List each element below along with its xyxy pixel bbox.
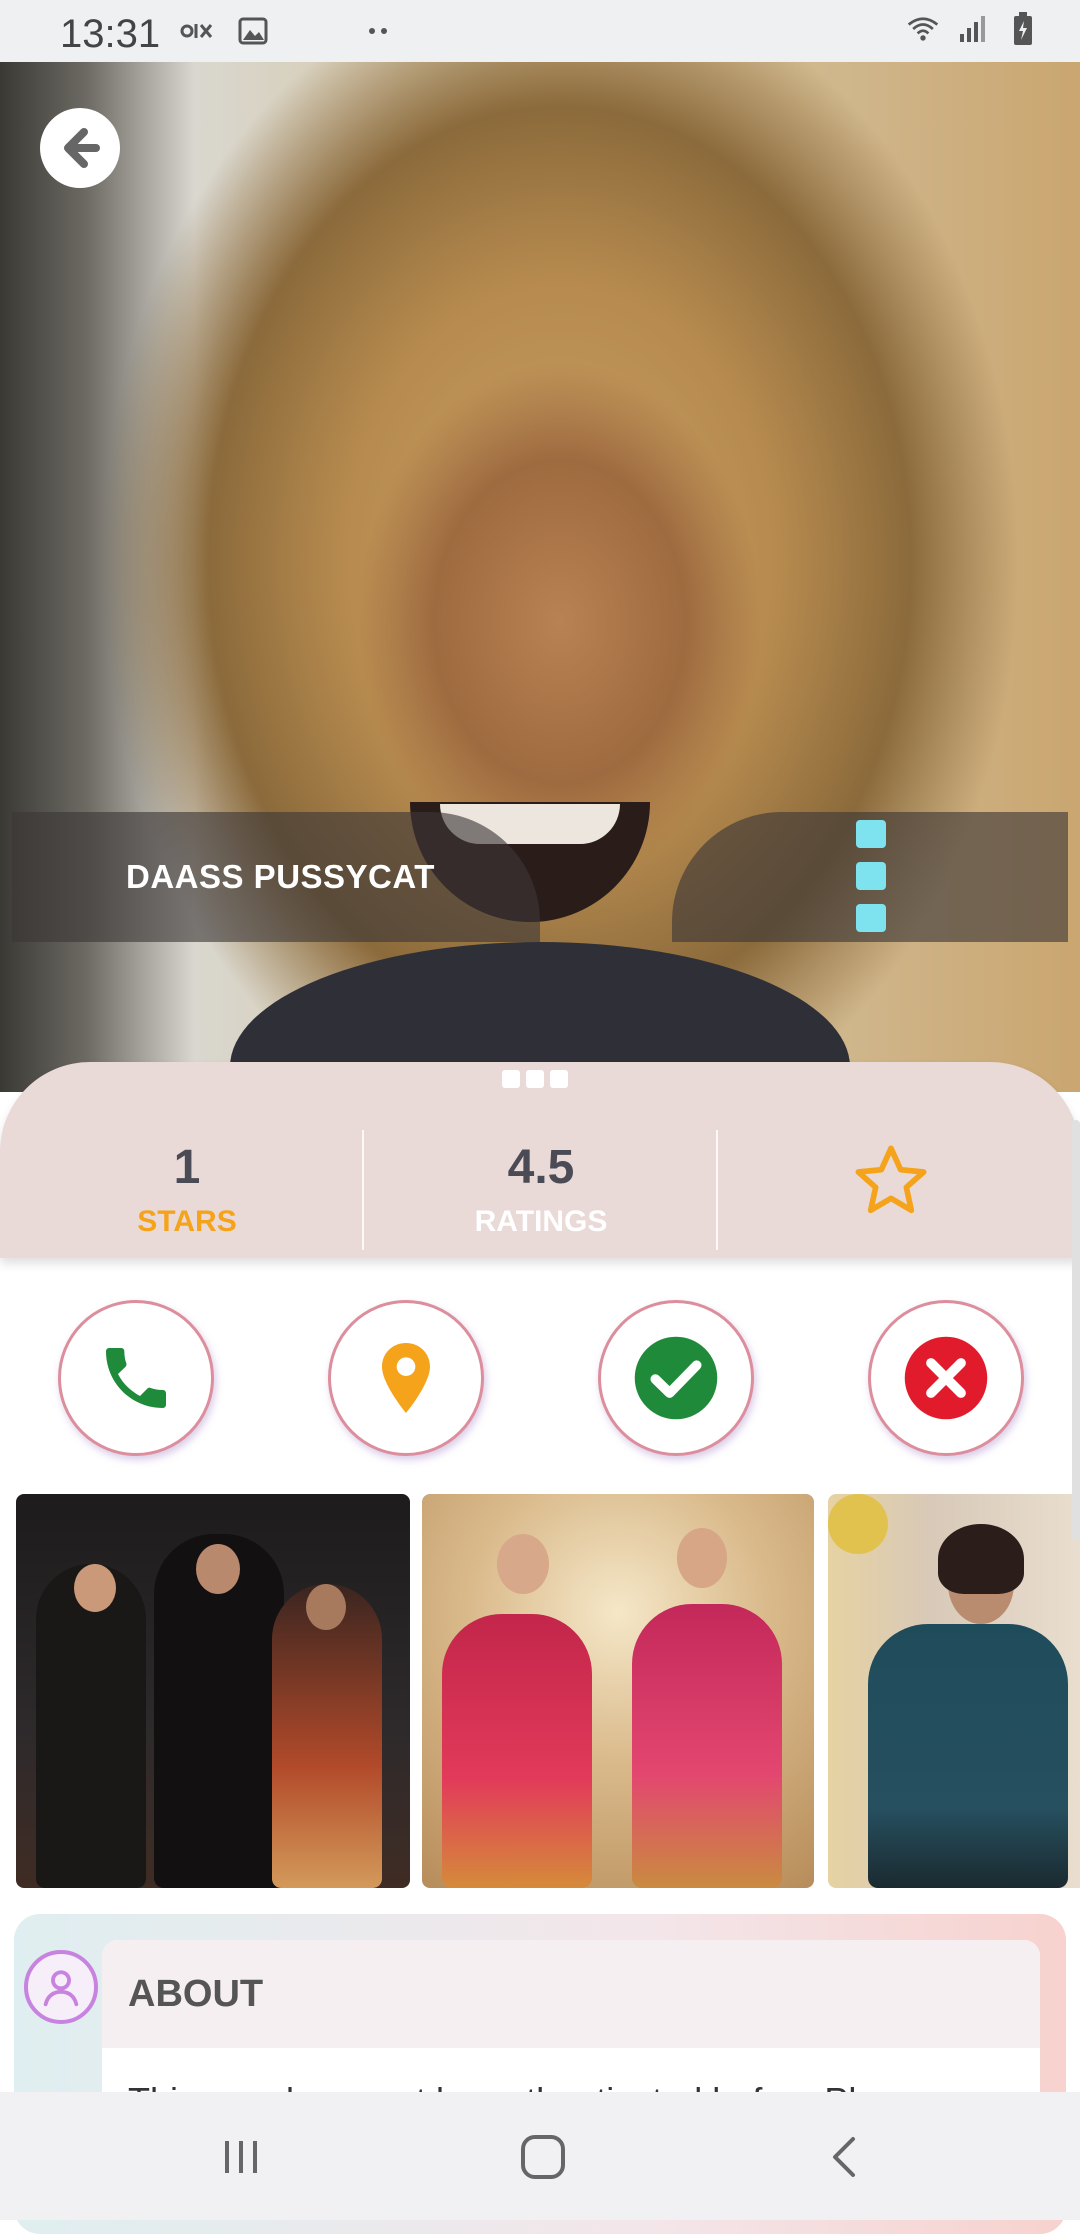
stat-ratings-value: 4.5 (507, 1141, 575, 1194)
avatar[interactable] (24, 1950, 98, 2024)
star-icon (855, 1145, 927, 1214)
location-pin-icon (382, 1343, 430, 1413)
stat-stars: 1 STARS (62, 1140, 312, 1239)
page-dot (550, 1070, 568, 1088)
page-indicator (502, 1070, 568, 1088)
back-icon (833, 2137, 855, 2177)
photo-gallery[interactable] (16, 1494, 1080, 1888)
signal-icon (956, 12, 990, 46)
profile-name: DAASS PUSSYCAT (126, 858, 435, 895)
gallery-photo[interactable] (16, 1494, 410, 1888)
more-dot (856, 820, 886, 848)
stat-divider (362, 1130, 364, 1250)
check-icon (634, 1336, 718, 1420)
stat-stars-label: STARS (137, 1205, 237, 1238)
stat-ratings: 4.5 RATINGS (416, 1140, 666, 1239)
call-button[interactable] (58, 1300, 214, 1456)
back-button[interactable] (40, 108, 120, 188)
phone-icon (106, 1348, 166, 1408)
more-dot (856, 904, 886, 932)
olx-icon (180, 14, 214, 48)
status-icons-right (906, 12, 1040, 46)
image-icon (236, 14, 270, 48)
status-bar: 13:31 (0, 0, 1080, 62)
status-icons-left (180, 14, 396, 48)
wifi-icon (906, 12, 940, 46)
dots-icon (362, 14, 396, 48)
battery-icon (1006, 12, 1040, 46)
location-button[interactable] (328, 1300, 484, 1456)
page-dot (526, 1070, 544, 1088)
reject-button[interactable] (868, 1300, 1024, 1456)
close-icon (904, 1336, 988, 1420)
status-time: 13:31 (60, 12, 161, 56)
scrollbar[interactable] (1072, 1120, 1080, 1540)
favorite-star-button[interactable] (850, 1140, 932, 1222)
stat-ratings-label: RATINGS (474, 1205, 608, 1238)
nav-back-button[interactable] (810, 2122, 880, 2192)
about-title: ABOUT (102, 1940, 1040, 2048)
home-icon (521, 2135, 565, 2179)
recent-apps-button[interactable] (206, 2122, 276, 2192)
gallery-photo[interactable] (422, 1494, 814, 1888)
arrow-left-icon (52, 120, 108, 176)
stat-stars-value: 1 (173, 1141, 201, 1194)
more-options-button[interactable] (852, 820, 890, 932)
accept-button[interactable] (598, 1300, 754, 1456)
recent-apps-icon (225, 2141, 257, 2173)
user-icon (43, 1970, 79, 2007)
gallery-photo[interactable] (828, 1494, 1080, 1888)
home-button[interactable] (508, 2122, 578, 2192)
page-dot (502, 1070, 520, 1088)
stat-divider (716, 1130, 718, 1250)
navigation-bar (0, 2092, 1080, 2220)
more-dot (856, 862, 886, 890)
